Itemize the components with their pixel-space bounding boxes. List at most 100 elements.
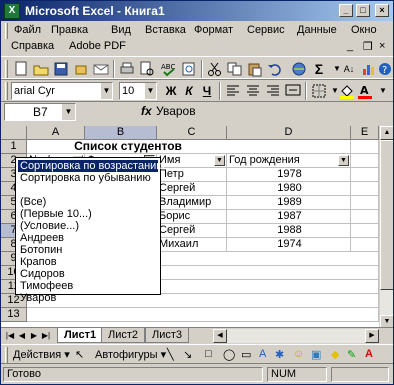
cell[interactable] (351, 224, 379, 238)
row-header[interactable]: 13 (1, 308, 27, 322)
cell[interactable] (351, 154, 379, 168)
vertical-scrollbar[interactable]: ▲ ▼ (379, 126, 393, 329)
sort-ascending-icon[interactable]: A↓ (341, 61, 357, 77)
paste-icon[interactable] (247, 61, 263, 77)
merge-center-icon[interactable] (285, 83, 301, 99)
actions-menu[interactable]: Действия ▾ (13, 348, 70, 361)
textbox-icon[interactable]: ▭ (241, 348, 251, 361)
font-color-dropdown-icon[interactable]: ▼ (375, 83, 391, 99)
font-color-icon[interactable]: A (357, 83, 373, 99)
last-sheet-icon[interactable]: ▶| (41, 330, 51, 342)
chart-wizard-icon[interactable] (361, 61, 377, 77)
column-header-d[interactable]: D (227, 126, 351, 140)
menu-view[interactable]: Вид (111, 24, 131, 36)
maximize-button[interactable]: □ (356, 4, 370, 17)
autofilter-list[interactable]: Сортировка по возрастанию Сортировка по … (15, 157, 165, 304)
line-color-icon[interactable]: ✎ (347, 348, 356, 361)
menu-grip[interactable] (5, 23, 8, 39)
menu-tools[interactable]: Сервис (247, 24, 285, 36)
name-cell[interactable]: Петр (157, 168, 227, 182)
scroll-up-icon[interactable]: ▲ (380, 126, 393, 140)
chevron-down-icon[interactable]: ▼ (144, 83, 156, 99)
help-icon[interactable]: ? (377, 61, 393, 77)
filter-value-option[interactable]: Сидоров (18, 268, 65, 280)
year-cell[interactable]: 1980 (227, 182, 351, 196)
formula-content[interactable]: Уваров (156, 104, 196, 118)
prev-sheet-icon[interactable]: ◀ (17, 330, 27, 342)
menu-format[interactable]: Формат (194, 24, 233, 36)
horizontal-scrollbar[interactable]: ◀ ▶ (213, 329, 379, 343)
fill-color-icon[interactable]: ◆ (331, 348, 339, 361)
year-cell[interactable]: 1978 (227, 168, 351, 182)
cell[interactable] (351, 140, 379, 154)
close-button[interactable]: × (375, 4, 389, 17)
picture-icon[interactable]: ▣ (311, 348, 321, 361)
menu-adobe-pdf[interactable]: Adobe PDF (69, 40, 126, 52)
column-header-a[interactable]: A (27, 126, 85, 140)
doc-minimize-button[interactable]: _ (347, 40, 353, 52)
print-preview-icon[interactable] (139, 61, 155, 77)
year-cell[interactable]: 1974 (227, 238, 351, 252)
cell[interactable] (27, 294, 379, 308)
research-icon[interactable] (181, 61, 197, 77)
column-header-c[interactable]: C (157, 126, 227, 140)
menu-help[interactable]: Справка (11, 40, 54, 52)
filter-value-option[interactable]: Тимофеев (18, 280, 73, 292)
hyperlink-icon[interactable] (291, 61, 307, 77)
menu-window[interactable]: Окно (351, 24, 377, 36)
sort-ascending-option[interactable]: Сортировка по возрастанию (18, 160, 165, 172)
diagram-icon[interactable]: ✱ (275, 348, 284, 361)
doc-close-button[interactable]: × (379, 40, 385, 52)
align-left-icon[interactable] (225, 83, 241, 99)
header-cell-c[interactable]: Имя ▼ (157, 154, 227, 168)
cell[interactable] (351, 182, 379, 196)
row-header[interactable]: 1 (1, 140, 27, 154)
filter-value-option[interactable]: Андреев (18, 232, 64, 244)
sort-descending-option[interactable]: Сортировка по убыванию (18, 172, 151, 184)
spelling-icon[interactable]: ABC (161, 61, 177, 77)
name-cell[interactable]: Михаил (157, 238, 227, 252)
oval-icon[interactable]: ◯ (223, 348, 235, 361)
column-header-e[interactable]: E (351, 126, 379, 140)
line-icon[interactable]: ╲ (167, 348, 174, 361)
italic-icon[interactable]: К (181, 83, 197, 99)
chevron-down-icon[interactable]: ▼ (62, 104, 75, 120)
name-cell[interactable]: Сергей (157, 224, 227, 238)
save-icon[interactable] (53, 61, 69, 77)
year-cell[interactable]: 1987 (227, 210, 351, 224)
cut-icon[interactable] (207, 61, 223, 77)
sheet-tab-3[interactable]: Лист3 (145, 328, 190, 343)
cell[interactable] (351, 196, 379, 210)
rectangle-icon[interactable]: □ (205, 348, 212, 360)
email-icon[interactable] (93, 61, 109, 77)
menu-file[interactable]: Файл (14, 24, 41, 36)
toolbar-grip[interactable] (5, 82, 8, 100)
cell[interactable] (351, 238, 379, 252)
borders-icon[interactable] (311, 83, 327, 99)
scroll-right-icon[interactable]: ▶ (365, 329, 379, 343)
select-all-corner[interactable] (1, 126, 27, 140)
column-header-b[interactable]: B (85, 126, 157, 140)
cell[interactable] (351, 210, 379, 224)
filter-custom-option[interactable]: (Условие...) (18, 220, 79, 232)
name-cell[interactable]: Сергей (157, 182, 227, 196)
filter-value-option[interactable]: Уваров (18, 292, 56, 304)
bold-icon[interactable]: Ж (163, 83, 179, 99)
filter-all-option[interactable]: (Все) (18, 196, 46, 208)
undo-icon[interactable] (267, 61, 283, 77)
wordart-icon[interactable]: A (259, 348, 266, 360)
header-cell-d[interactable]: Год рождения ▼ (227, 154, 351, 168)
align-right-icon[interactable] (265, 83, 281, 99)
name-box[interactable]: B7 ▼ (4, 103, 76, 121)
select-objects-icon[interactable]: ↖ (75, 348, 84, 361)
print-icon[interactable] (119, 61, 135, 77)
excel-icon[interactable]: X (4, 3, 20, 19)
autosum-icon[interactable]: Σ (311, 61, 327, 77)
toolbar-grip[interactable] (5, 60, 8, 78)
first-sheet-icon[interactable]: |◀ (5, 330, 15, 342)
menu-data[interactable]: Данные (297, 24, 337, 36)
fill-color-icon[interactable] (339, 83, 355, 99)
minimize-button[interactable]: _ (339, 4, 353, 17)
sheet-tab-1[interactable]: Лист1 (57, 328, 104, 343)
cell[interactable] (27, 308, 379, 322)
